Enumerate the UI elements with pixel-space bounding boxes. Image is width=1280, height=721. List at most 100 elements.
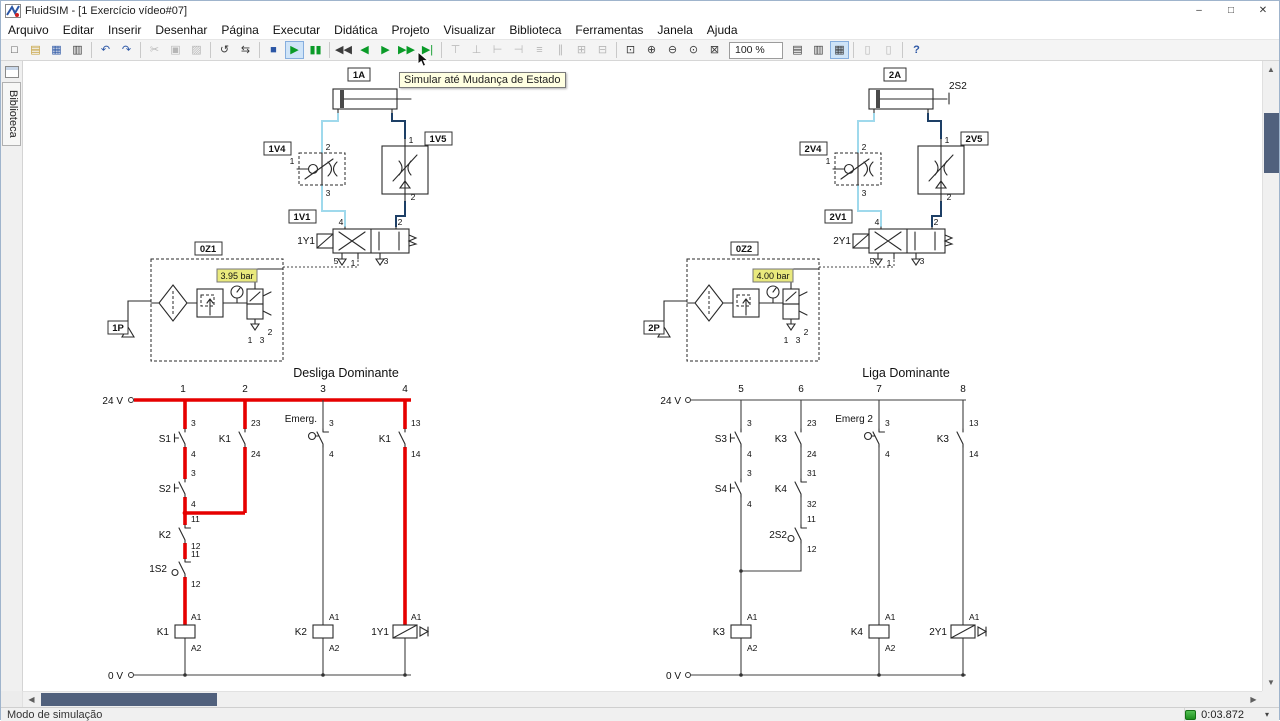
show-values-button[interactable]: ▥ (809, 41, 828, 59)
scroll-right-icon[interactable]: ▶ (1245, 692, 1262, 707)
copy-button[interactable]: ▣ (166, 41, 185, 59)
minimize-icon[interactable]: – (1183, 1, 1215, 21)
schematic-canvas[interactable]: 1A 1V4 1V5 1V1 0Z1 1P 3.95 bar 1Y1 4 2 5… (23, 61, 1262, 691)
pneumatic-circuit-2[interactable]: 2A 2S2 2V4 2V5 2V1 0Z2 2P 4.00 bar 2Y1 4… (643, 67, 989, 362)
scroll-up-icon[interactable]: ▲ (1263, 61, 1279, 78)
vertical-scroll-thumb[interactable] (1264, 113, 1279, 173)
step-forward-button[interactable]: ▶▶ (397, 41, 416, 59)
page-prev-button[interactable]: ▯ (858, 41, 877, 59)
menu-arquivo[interactable]: Arquivo (1, 21, 56, 39)
contact-label: K1 (219, 434, 232, 445)
rotate-button[interactable]: ↺ (215, 41, 234, 59)
menu-janela[interactable]: Janela (650, 21, 699, 39)
print-button[interactable]: ▥ (68, 41, 87, 59)
pin-label: 12 (807, 544, 817, 554)
step-back-button[interactable]: ◀ (355, 41, 374, 59)
coil-k4[interactable]: K4 A1 A2 (851, 612, 896, 653)
stop-button[interactable]: ■ (264, 41, 283, 59)
menu-visualizar[interactable]: Visualizar (437, 21, 503, 39)
solenoid-1y1[interactable]: 1Y1 A1 (371, 612, 429, 639)
toolbar-separator (441, 42, 442, 58)
menu-executar[interactable]: Executar (266, 21, 327, 39)
zoom-out-button[interactable]: ⊖ (663, 41, 682, 59)
menu-biblioteca[interactable]: Biblioteca (502, 21, 568, 39)
library-window-icon[interactable] (4, 66, 19, 78)
zoom-window-button[interactable]: ⊡ (621, 41, 640, 59)
pause-button[interactable]: ▮▮ (306, 41, 325, 59)
mirror-button[interactable]: ⇆ (236, 41, 255, 59)
vertical-scrollbar[interactable]: ▲ ▼ (1262, 61, 1279, 691)
rail-label-24v: 24 V (660, 396, 681, 407)
menu-ajuda[interactable]: Ajuda (700, 21, 745, 39)
simulation-time-panel: 0:03.872 ▾ (1184, 708, 1279, 721)
zoom-actual-button[interactable]: ⊙ (684, 41, 703, 59)
cut-button[interactable]: ✂ (145, 41, 164, 59)
emergency-switch[interactable]: Emerg. 3 4 (285, 414, 334, 459)
chevron-down-icon[interactable]: ▾ (1265, 710, 1269, 719)
play-button[interactable]: ▶ (285, 41, 304, 59)
contact-k3-col8[interactable]: K3 13 14 (937, 418, 979, 459)
show-path-button[interactable]: ▦ (830, 41, 849, 59)
redo-button[interactable]: ↷ (117, 41, 136, 59)
frame-button[interactable]: ⊟ (593, 41, 612, 59)
page-next-button[interactable]: ▯ (879, 41, 898, 59)
contact-k1-col2[interactable]: K1 23 24 (219, 418, 261, 459)
save-button[interactable]: ▦ (47, 41, 66, 59)
solenoid-label: 2Y1 (833, 236, 851, 247)
switch-s3[interactable]: S3 3 4 (715, 418, 752, 459)
pneumatic-circuit-1[interactable]: 1A 1V4 1V5 1V1 0Z1 1P 3.95 bar 1Y1 4 2 5… (107, 67, 453, 362)
switch-s1[interactable]: S1 3 4 (159, 418, 196, 459)
menu-ferramentas[interactable]: Ferramentas (568, 21, 650, 39)
play-until-button[interactable]: ▶ (376, 41, 395, 59)
tab-biblioteca[interactable]: Biblioteca (2, 82, 21, 146)
align-left-button[interactable]: ⊢ (488, 41, 507, 59)
contact-k3-col6[interactable]: K3 23 24 (775, 418, 817, 459)
show-flow-button[interactable]: ▤ (788, 41, 807, 59)
scroll-down-icon[interactable]: ▼ (1263, 674, 1279, 691)
new-button[interactable]: □ (5, 41, 24, 59)
align-bottom-button[interactable]: ⊥ (467, 41, 486, 59)
paste-button[interactable]: ▨ (187, 41, 206, 59)
grid-button[interactable]: ⊞ (572, 41, 591, 59)
emergency-switch-2[interactable]: Emerg 2 3 4 (835, 414, 890, 459)
switch-2s2[interactable]: 2S2 11 12 (769, 514, 817, 554)
menu-editar[interactable]: Editar (56, 21, 101, 39)
coil-k1[interactable]: K1 A1 A2 (157, 612, 202, 653)
switch-1s2[interactable]: 1S2 11 12 (149, 549, 201, 589)
toolbar-separator (210, 42, 211, 58)
menu-didatica[interactable]: Didática (327, 21, 384, 39)
contact-k4[interactable]: K4 31 32 (775, 468, 817, 509)
menu-projeto[interactable]: Projeto (385, 21, 437, 39)
close-icon[interactable]: ✕ (1247, 1, 1279, 21)
zoom-in-button[interactable]: ⊕ (642, 41, 661, 59)
align-right-button[interactable]: ⊣ (509, 41, 528, 59)
zoom-level-input[interactable]: 100 % (729, 41, 783, 59)
contact-k2[interactable]: K2 11 12 (159, 514, 201, 551)
switch-s2[interactable]: S2 3 4 (159, 468, 196, 509)
help-button[interactable]: ? (907, 41, 926, 59)
coil-k3[interactable]: K3 A1 A2 (713, 612, 758, 653)
coil-k2[interactable]: K2 A1 A2 (295, 612, 340, 653)
open-button[interactable]: ▤ (26, 41, 45, 59)
horizontal-scroll-thumb[interactable] (41, 693, 217, 706)
align-center-v-button[interactable]: ∥ (551, 41, 570, 59)
solenoid-2y1[interactable]: 2Y1 A1 (929, 612, 987, 639)
horizontal-scrollbar-row: ◀ ▶ (1, 691, 1279, 707)
step-start-button[interactable]: ◀◀ (334, 41, 353, 59)
zoom-fit-button[interactable]: ⊠ (705, 41, 724, 59)
align-top-button[interactable]: ⊤ (446, 41, 465, 59)
switch-s4[interactable]: S4 3 4 (715, 468, 752, 509)
align-center-h-button[interactable]: ≡ (530, 41, 549, 59)
horizontal-scrollbar[interactable]: ◀ ▶ (23, 691, 1262, 707)
pin-label: 3 (747, 418, 752, 428)
menubar: Arquivo Editar Inserir Desenhar Página E… (1, 21, 1279, 39)
menu-pagina[interactable]: Página (214, 21, 265, 39)
menu-inserir[interactable]: Inserir (101, 21, 148, 39)
port-label: 3 (260, 335, 265, 345)
undo-button[interactable]: ↶ (96, 41, 115, 59)
contact-k1-col4[interactable]: K1 13 14 (379, 418, 421, 459)
column-number: 2 (242, 384, 248, 395)
scroll-left-icon[interactable]: ◀ (23, 692, 40, 707)
menu-desenhar[interactable]: Desenhar (148, 21, 214, 39)
maximize-icon[interactable]: □ (1215, 1, 1247, 21)
